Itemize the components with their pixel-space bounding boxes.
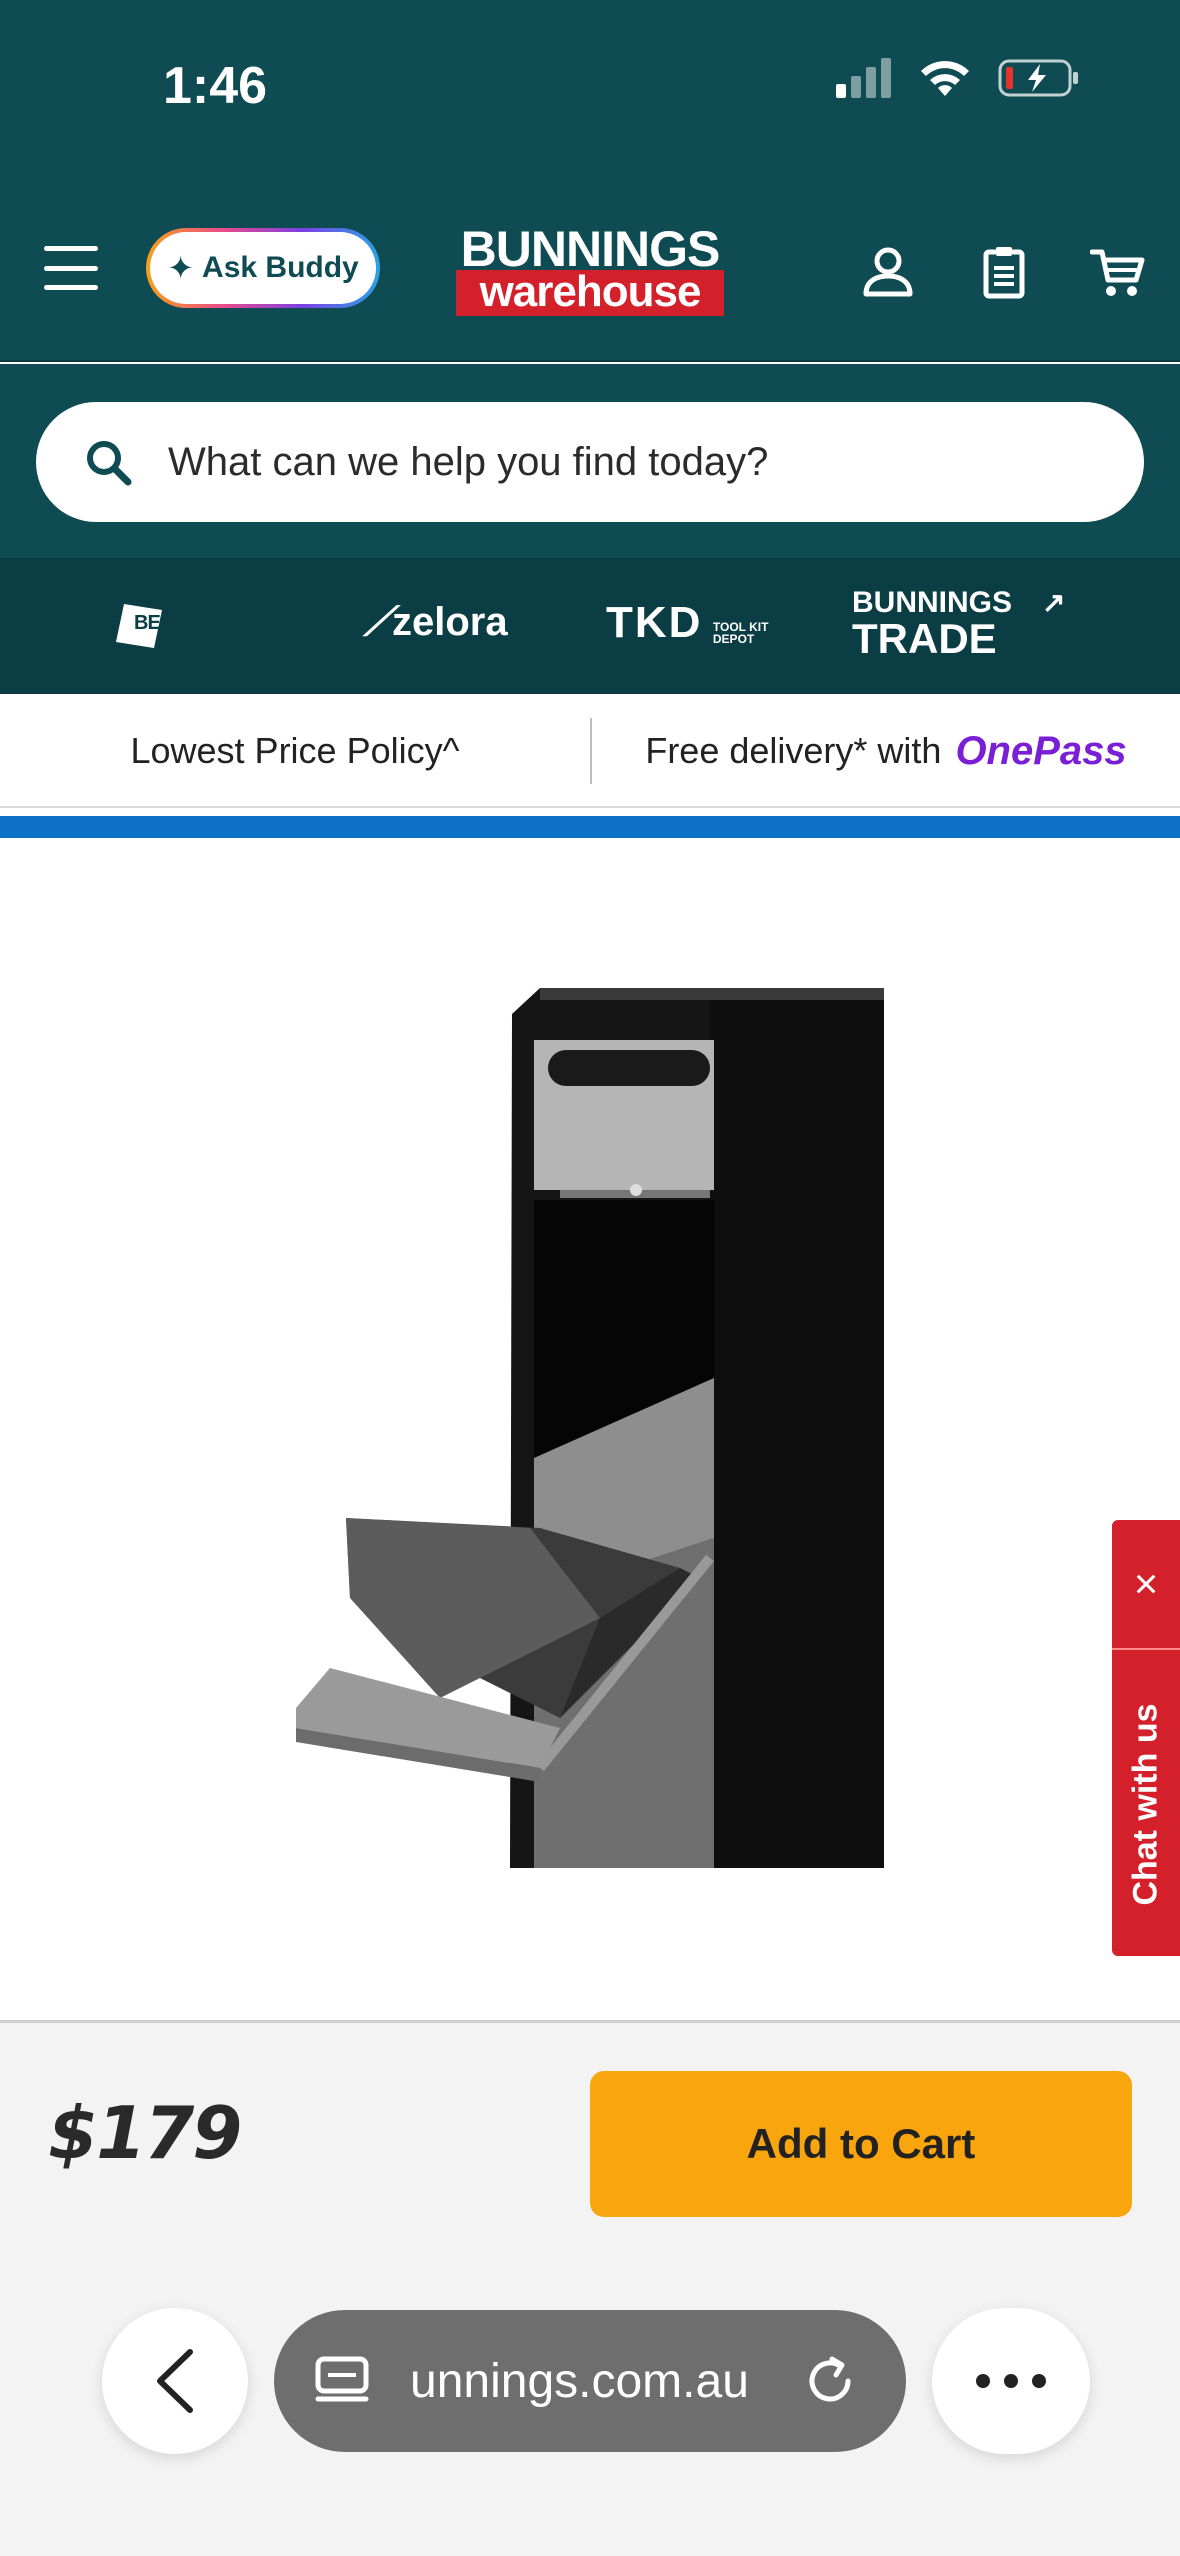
browser-url-text: unnings.com.au (410, 2354, 749, 2408)
logo-bottom-text: warehouse (456, 270, 724, 316)
cart-icon[interactable] (1090, 244, 1146, 300)
site-header: ✦ Ask Buddy BUNNINGS warehouse (0, 180, 1180, 362)
search-input[interactable]: What can we help you find today? (36, 402, 1144, 522)
tab-overview-icon[interactable] (314, 2353, 370, 2409)
browser-more-button[interactable] (932, 2308, 1090, 2454)
search-band: What can we help you find today? (0, 364, 1180, 558)
cellular-signal-icon (836, 58, 891, 98)
zelora-logo-icon: ⟋ (364, 600, 392, 644)
tkd-text: TKD (606, 598, 703, 647)
add-to-cart-button[interactable]: Add to Cart (590, 2071, 1132, 2217)
free-delivery-text: Free delivery* with (645, 730, 942, 771)
product-image-letterbox (296, 988, 884, 1868)
onepass-logo: OnePass (955, 728, 1127, 773)
more-dot-icon (1004, 2374, 1018, 2388)
search-placeholder: What can we help you find today? (168, 439, 769, 484)
browser-back-button[interactable] (102, 2308, 248, 2454)
search-icon (87, 441, 132, 486)
purchase-bar: $179 Add to Cart (0, 2020, 1180, 2556)
product-price: $179 (48, 2091, 242, 2175)
chevron-left-icon (157, 2349, 193, 2413)
browser-address-bar[interactable]: unnings.com.au (274, 2310, 906, 2452)
ask-buddy-button[interactable]: ✦ Ask Buddy (146, 228, 380, 308)
more-dot-icon (976, 2374, 990, 2388)
ask-buddy-label: Ask Buddy (202, 251, 359, 284)
status-bar: 1:46 (0, 0, 1180, 180)
tkd-subtext: TOOL KIT DEPOT (712, 619, 769, 646)
status-time: 1:46 (163, 57, 268, 115)
status-icons (836, 58, 1080, 98)
reload-icon[interactable] (800, 2351, 860, 2411)
free-delivery-onepass-link[interactable]: Free delivery* with OnePass (592, 694, 1180, 808)
chat-label-wrap: Chat with us (1112, 1652, 1180, 1956)
chat-label: Chat with us (1126, 1702, 1165, 1906)
hamburger-menu-icon[interactable] (44, 246, 98, 290)
zelora-link[interactable]: ⟋zelora (364, 600, 508, 645)
account-icon[interactable] (860, 244, 916, 300)
external-link-icon: ↗ (1042, 587, 1066, 618)
blue-accent-bar (0, 816, 1180, 838)
bunnings-warehouse-logo[interactable]: BUNNINGS warehouse (452, 221, 728, 322)
chat-with-us-tab[interactable]: × Chat with us (1112, 1520, 1180, 1956)
wifi-icon (921, 61, 969, 96)
beaumont-tiles-text: BEAUMONT TILES (134, 612, 299, 634)
sparkle-icon: ✦ (167, 250, 195, 286)
battery-charging-icon (998, 59, 1078, 97)
beaumont-tiles-link[interactable]: BEAUMONT TILES (114, 602, 299, 648)
trade-top-text: BUNNINGS (852, 586, 1013, 619)
trade-bottom-text: TRADE (852, 615, 997, 662)
tool-kit-depot-link[interactable]: TKD TOOL KIT DEPOT (606, 598, 773, 648)
brand-strip: BEAUMONT TILES ⟋zelora TKD TOOL KIT DEPO… (0, 558, 1180, 694)
chat-close-icon[interactable]: × (1112, 1520, 1180, 1650)
more-dot-icon (1032, 2374, 1046, 2388)
lowest-price-policy-link[interactable]: Lowest Price Policy^ (0, 694, 590, 808)
list-icon[interactable] (976, 244, 1032, 300)
bunnings-trade-link[interactable]: BUNNINGS TRADE ↗ (852, 586, 1065, 662)
zelora-text: zelora (392, 600, 508, 644)
product-image-area[interactable] (0, 838, 1180, 2018)
promo-strip: Lowest Price Policy^ Free delivery* with… (0, 694, 1180, 808)
logo-top-text: BUNNINGS (460, 221, 721, 277)
